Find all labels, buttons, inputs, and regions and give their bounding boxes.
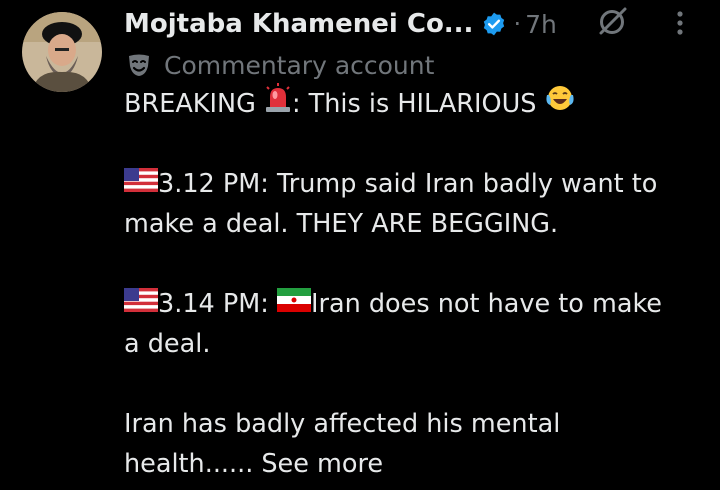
display-name[interactable]: Mojtaba Khamenei Co... (124, 9, 473, 39)
more-options-icon[interactable] (668, 6, 692, 40)
theater-mask-icon (126, 52, 152, 78)
post-line: BREAKING : This is HILARIOUS (124, 83, 714, 125)
tears-of-joy-emoji-icon (545, 83, 575, 125)
post-body: BREAKING : This is HILARIOUS 3.12 PM: Tr… (124, 83, 714, 484)
timestamp[interactable]: 7h (525, 10, 557, 39)
siren-emoji-icon (264, 83, 292, 125)
iran-flag-emoji-icon (276, 284, 311, 324)
post-line: 3.12 PM: Trump said Iran badly want to (124, 164, 714, 204)
post-text: 3.14 PM: (158, 289, 277, 319)
post-line: a deal. (124, 324, 714, 364)
post-text: 3.12 PM: Trump said Iran badly want to (158, 169, 658, 199)
post-line: Iran has badly affected his mental (124, 404, 714, 444)
grok-icon[interactable] (596, 4, 630, 38)
post-line: make a deal. THEY ARE BEGGING. (124, 204, 714, 244)
post-text: health...... (124, 449, 254, 479)
post-text: a deal. (124, 329, 211, 359)
us-flag-emoji-icon (124, 284, 158, 324)
us-flag-emoji-icon (124, 164, 158, 204)
post-line: 3.14 PM: Iran does not have to make (124, 284, 714, 324)
post-line: health...... See more (124, 444, 714, 484)
verified-badge-icon (481, 11, 507, 37)
post-text: make a deal. THEY ARE BEGGING. (124, 209, 559, 239)
avatar-image (22, 12, 102, 92)
post-text: Iran has badly affected his mental (124, 409, 561, 439)
post-text: Iran does not have to make (310, 289, 662, 319)
separator-dot: · (513, 10, 522, 38)
post-text: BREAKING (124, 89, 264, 119)
see-more-link[interactable]: See more (261, 444, 383, 484)
avatar[interactable] (22, 12, 102, 92)
account-label-text: Commentary account (164, 50, 435, 80)
account-label: Commentary account (126, 46, 434, 84)
post-text: : This is HILARIOUS (291, 89, 545, 119)
